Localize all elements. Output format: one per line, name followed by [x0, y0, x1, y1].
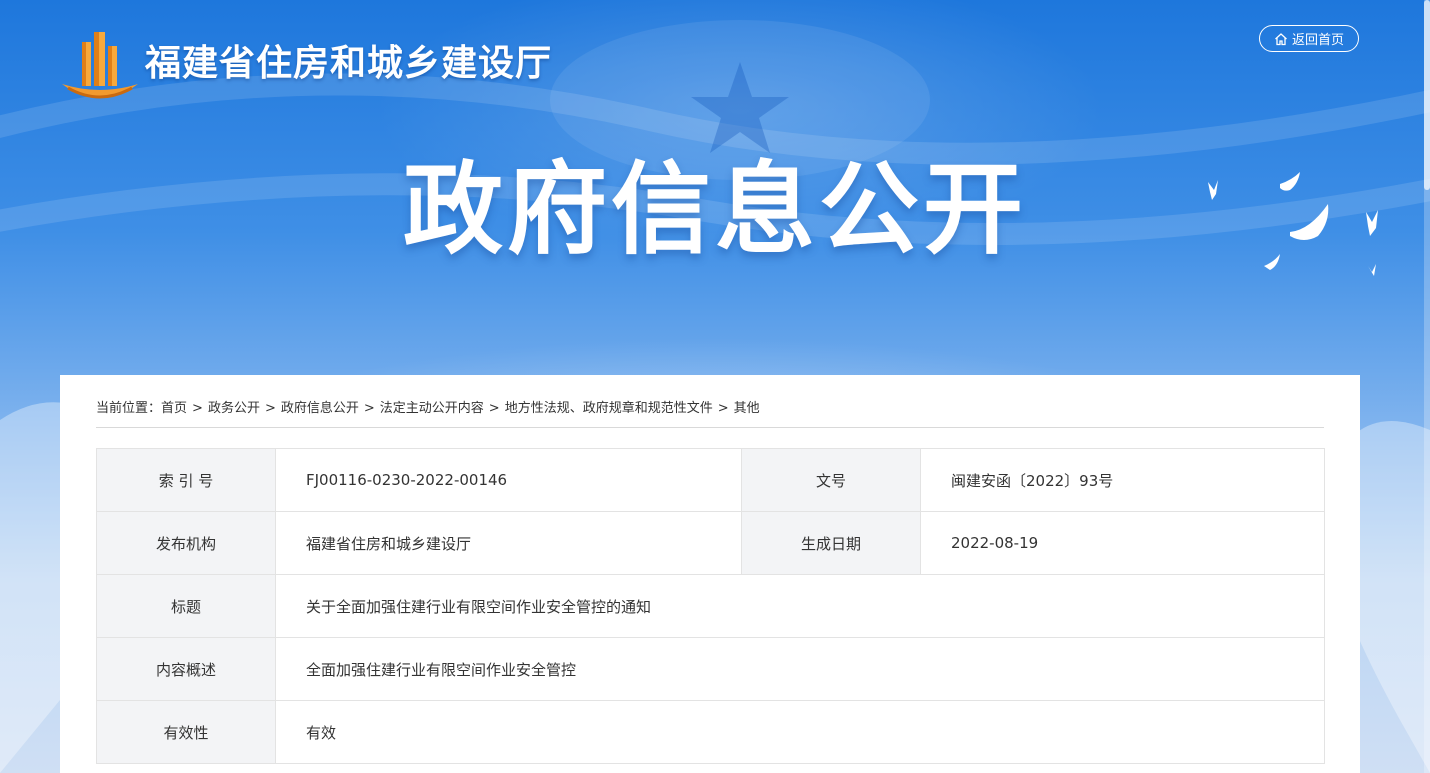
date-value: 2022-08-19 — [920, 511, 1325, 575]
validity-label: 有效性 — [96, 700, 276, 764]
title-label: 标题 — [96, 574, 276, 638]
breadcrumb-item-info-disclosure[interactable]: 政府信息公开 — [281, 401, 359, 416]
breadcrumb-item-regulations[interactable]: 地方性法规、政府规章和规范性文件 — [505, 401, 713, 416]
building-logo-icon — [58, 28, 142, 106]
return-home-label: 返回首页 — [1291, 33, 1344, 48]
breadcrumb-item-other[interactable]: 其他 — [734, 401, 760, 416]
breadcrumb-separator: > — [363, 401, 375, 416]
document-info-table: 索 引 号 FJ00116-0230-2022-00146 文号 闽建安函〔20… — [96, 448, 1325, 764]
publisher-value: 福建省住房和城乡建设厅 — [275, 511, 742, 575]
table-row: 内容概述 全面加强住建行业有限空间作业安全管控 — [96, 637, 1325, 701]
summary-label: 内容概述 — [96, 637, 276, 701]
home-icon — [1275, 32, 1287, 45]
publisher-label: 发布机构 — [96, 511, 276, 575]
index-no-label: 索 引 号 — [96, 448, 276, 512]
validity-value: 有效 — [275, 700, 1325, 764]
breadcrumb-item-statutory[interactable]: 法定主动公开内容 — [380, 401, 484, 416]
table-row: 索 引 号 FJ00116-0230-2022-00146 文号 闽建安函〔20… — [96, 448, 1325, 512]
doc-no-value: 闽建安函〔2022〕93号 — [920, 448, 1325, 512]
breadcrumb-separator: > — [264, 401, 276, 416]
breadcrumb-prefix: 当前位置： — [96, 401, 162, 416]
dove-icon — [1208, 172, 1378, 276]
return-home-button[interactable]: 返回首页 — [1259, 25, 1359, 52]
content-panel: 当前位置：首页 > 政务公开 > 政府信息公开 > 法定主动公开内容 > 地方性法规、政府规章和… — [60, 375, 1360, 773]
breadcrumb-item-affairs[interactable]: 政务公开 — [208, 401, 260, 416]
doc-no-label: 文号 — [741, 448, 921, 512]
breadcrumb: 当前位置：首页 > 政务公开 > 政府信息公开 > 法定主动公开内容 > 地方性法规、政府规章和… — [96, 397, 1324, 428]
breadcrumb-separator: > — [192, 401, 203, 416]
summary-value: 全面加强住建行业有限空间作业安全管控 — [275, 637, 1325, 701]
date-label: 生成日期 — [741, 511, 921, 575]
page-scrollbar[interactable] — [1424, 0, 1430, 773]
table-row: 标题 关于全面加强住建行业有限空间作业安全管控的通知 — [96, 574, 1325, 638]
title-value: 关于全面加强住建行业有限空间作业安全管控的通知 — [275, 574, 1325, 638]
index-no-value: FJ00116-0230-2022-00146 — [275, 448, 742, 512]
site-name[interactable]: 福建省住房和城乡建设厅 — [145, 34, 552, 86]
table-row: 发布机构 福建省住房和城乡建设厅 生成日期 2022-08-19 — [96, 511, 1325, 575]
breadcrumb-item-home[interactable]: 首页 — [161, 401, 187, 416]
breadcrumb-separator: > — [717, 401, 729, 416]
breadcrumb-separator: > — [488, 401, 500, 416]
table-row: 有效性 有效 — [96, 700, 1325, 764]
